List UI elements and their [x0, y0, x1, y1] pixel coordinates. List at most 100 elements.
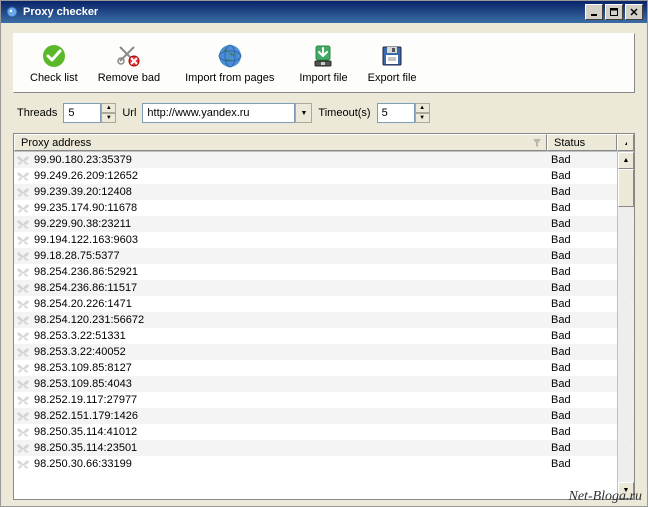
column-status[interactable]: Status	[547, 134, 617, 151]
proxy-address-cell: 98.253.109.85:8127	[32, 362, 547, 374]
butterfly-icon	[14, 282, 32, 294]
table-row[interactable]: 99.229.90.38:23211Bad	[14, 216, 617, 232]
table-row[interactable]: 99.235.174.90:11678Bad	[14, 200, 617, 216]
table-row[interactable]: 99.249.26.209:12652Bad	[14, 168, 617, 184]
status-cell: Bad	[547, 266, 617, 278]
app-icon	[5, 5, 19, 19]
table-row[interactable]: 98.250.35.114:41012Bad	[14, 424, 617, 440]
table-row[interactable]: 99.239.39.20:12408Bad	[14, 184, 617, 200]
proxy-address-cell: 98.254.120.231:56672	[32, 314, 547, 326]
timeout-up[interactable]: ▲	[415, 103, 430, 113]
filter-icon[interactable]	[532, 138, 542, 151]
vertical-scrollbar[interactable]: ▲ ▼	[617, 152, 634, 499]
scroll-header-spacer[interactable]	[617, 134, 634, 151]
table-row[interactable]: 98.254.20.226:1471Bad	[14, 296, 617, 312]
table-row[interactable]: 98.250.30.66:33199Bad	[14, 456, 617, 472]
scroll-track[interactable]	[618, 169, 634, 482]
status-cell: Bad	[547, 362, 617, 374]
butterfly-icon	[14, 346, 32, 358]
threads-up[interactable]: ▲	[101, 103, 116, 113]
status-cell: Bad	[547, 442, 617, 454]
status-cell: Bad	[547, 346, 617, 358]
status-cell: Bad	[547, 202, 617, 214]
butterfly-icon	[14, 154, 32, 166]
close-button[interactable]	[625, 4, 643, 20]
butterfly-icon	[14, 266, 32, 278]
status-cell: Bad	[547, 250, 617, 262]
params-row: Threads ▲ ▼ Url ▼ Timeout(s) ▲ ▼	[13, 101, 635, 125]
butterfly-icon	[14, 394, 32, 406]
export-file-button[interactable]: Export file	[358, 38, 427, 88]
status-cell: Bad	[547, 298, 617, 310]
import-file-icon	[309, 42, 337, 70]
proxy-address-cell: 98.254.236.86:11517	[32, 282, 547, 294]
table-row[interactable]: 98.253.109.85:4043Bad	[14, 376, 617, 392]
list-header: Proxy address Status	[14, 134, 634, 152]
scroll-thumb[interactable]	[618, 169, 634, 207]
status-cell: Bad	[547, 330, 617, 342]
proxy-address-cell: 98.254.20.226:1471	[32, 298, 547, 310]
threads-down[interactable]: ▼	[101, 113, 116, 123]
status-cell: Bad	[547, 378, 617, 390]
butterfly-icon	[14, 234, 32, 246]
proxy-address-cell: 98.253.3.22:40052	[32, 346, 547, 358]
table-row[interactable]: 98.250.35.114:23501Bad	[14, 440, 617, 456]
toolbar: Check list Remove bad Import from pages	[13, 33, 635, 93]
proxy-address-cell: 99.249.26.209:12652	[32, 170, 547, 182]
status-cell: Bad	[547, 426, 617, 438]
scroll-up[interactable]: ▲	[618, 152, 634, 169]
url-dropdown-button[interactable]: ▼	[295, 103, 312, 123]
scissors-x-icon	[115, 42, 143, 70]
proxy-address-cell: 98.252.19.117:27977	[32, 394, 547, 406]
table-row[interactable]: 99.194.122.163:9603Bad	[14, 232, 617, 248]
proxy-address-cell: 99.235.174.90:11678	[32, 202, 547, 214]
threads-input[interactable]	[63, 103, 101, 123]
globe-icon	[216, 42, 244, 70]
butterfly-icon	[14, 378, 32, 390]
butterfly-icon	[14, 410, 32, 422]
table-row[interactable]: 98.253.3.22:51331Bad	[14, 328, 617, 344]
table-row[interactable]: 99.90.180.23:35379Bad	[14, 152, 617, 168]
table-row[interactable]: 98.254.236.86:52921Bad	[14, 264, 617, 280]
check-list-button[interactable]: Check list	[20, 38, 88, 88]
import-pages-button[interactable]: Import from pages	[175, 38, 284, 88]
table-row[interactable]: 99.18.28.75:5377Bad	[14, 248, 617, 264]
import-pages-label: Import from pages	[185, 72, 274, 84]
table-row[interactable]: 98.253.109.85:8127Bad	[14, 360, 617, 376]
import-file-button[interactable]: Import file	[289, 38, 357, 88]
proxy-address-cell: 99.18.28.75:5377	[32, 250, 547, 262]
maximize-button[interactable]	[605, 4, 623, 20]
export-file-icon	[378, 42, 406, 70]
triangle-up-icon	[624, 139, 627, 147]
threads-spinner[interactable]: ▲ ▼	[63, 103, 116, 123]
remove-bad-button[interactable]: Remove bad	[88, 38, 170, 88]
butterfly-icon	[14, 458, 32, 470]
table-row[interactable]: 98.252.151.179:1426Bad	[14, 408, 617, 424]
proxy-address-cell: 98.250.35.114:41012	[32, 426, 547, 438]
timeout-spinner[interactable]: ▲ ▼	[377, 103, 430, 123]
proxy-address-cell: 99.239.39.20:12408	[32, 186, 547, 198]
toolbar-separator	[172, 43, 173, 83]
table-row[interactable]: 98.252.19.117:27977Bad	[14, 392, 617, 408]
column-address[interactable]: Proxy address	[14, 134, 547, 151]
proxy-address-cell: 98.253.3.22:51331	[32, 330, 547, 342]
timeout-label: Timeout(s)	[318, 107, 370, 119]
url-combo[interactable]: ▼	[142, 103, 312, 123]
watermark: Net-Bloga.ru	[569, 489, 643, 505]
timeout-input[interactable]	[377, 103, 415, 123]
table-row[interactable]: 98.254.120.231:56672Bad	[14, 312, 617, 328]
minimize-button[interactable]	[585, 4, 603, 20]
check-icon	[40, 42, 68, 70]
table-row[interactable]: 98.253.3.22:40052Bad	[14, 344, 617, 360]
proxy-address-cell: 99.90.180.23:35379	[32, 154, 547, 166]
butterfly-icon	[14, 362, 32, 374]
title-bar[interactable]: Proxy checker	[1, 1, 647, 23]
check-list-label: Check list	[30, 72, 78, 84]
butterfly-icon	[14, 250, 32, 262]
status-cell: Bad	[547, 410, 617, 422]
table-row[interactable]: 98.254.236.86:11517Bad	[14, 280, 617, 296]
proxy-address-cell: 99.194.122.163:9603	[32, 234, 547, 246]
url-input[interactable]	[142, 103, 295, 123]
timeout-down[interactable]: ▼	[415, 113, 430, 123]
status-cell: Bad	[547, 282, 617, 294]
